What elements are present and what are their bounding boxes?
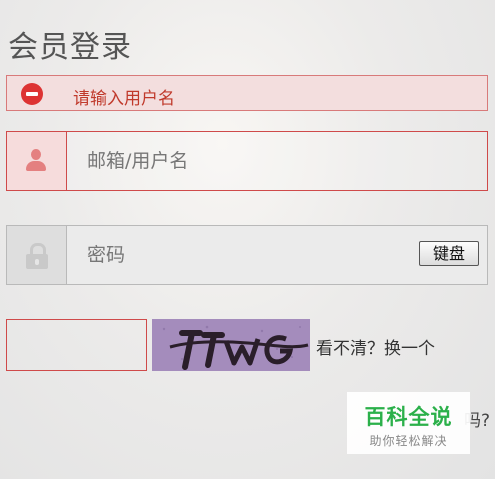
username-input[interactable]: 邮箱/用户名: [67, 132, 487, 190]
user-icon: [24, 149, 48, 173]
captcha-graphic: [152, 319, 310, 371]
captcha-image[interactable]: [152, 319, 310, 371]
page-title: 会员登录: [8, 30, 132, 65]
captcha-input[interactable]: [6, 319, 147, 371]
keyboard-button[interactable]: 键盘: [419, 241, 479, 266]
password-icon-cell: [7, 226, 67, 284]
username-icon-cell: [7, 132, 67, 190]
watermark-badge: 百科全说 助你轻松解决: [347, 392, 470, 454]
username-field[interactable]: 邮箱/用户名: [6, 131, 488, 191]
watermark-title: 百科全说: [364, 405, 453, 429]
error-message-text: 请输入用户名: [73, 89, 175, 109]
lock-icon: [25, 243, 49, 269]
minus-circle-icon: [21, 83, 43, 105]
error-message-bar: 请输入用户名: [6, 75, 488, 111]
watermark-subtitle: 助你轻松解决: [369, 434, 448, 448]
captcha-refresh-link[interactable]: 看不清？换一个: [316, 334, 435, 359]
password-field[interactable]: 密码 键盘: [6, 225, 488, 285]
